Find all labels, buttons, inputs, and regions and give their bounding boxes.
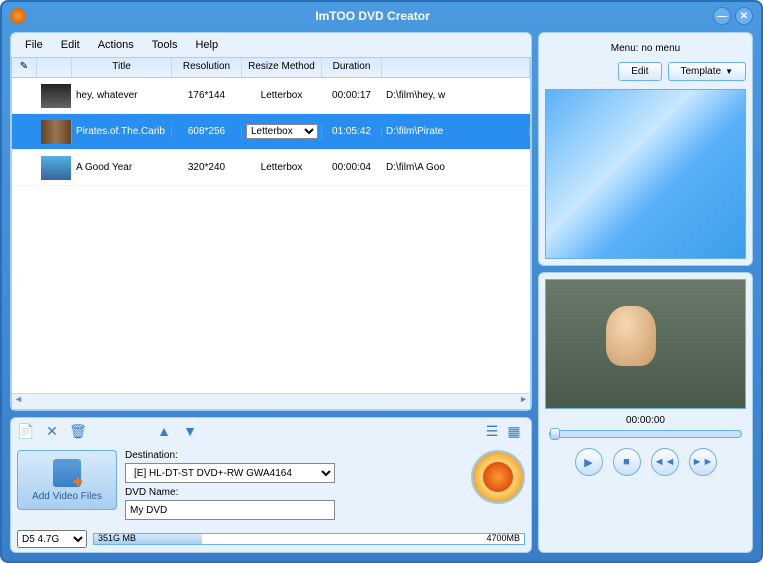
col-resize-method[interactable]: Resize Method [242,58,322,77]
cell-res: 176*144 [172,90,242,101]
menu-help[interactable]: Help [187,37,226,53]
capacity-track: 351G MB 4700MB [93,533,525,545]
destination-select[interactable]: [E] HL-DT-ST DVD+-RW GWA4164 [125,463,335,483]
minimize-button[interactable]: — [713,7,731,25]
cell-path: D:\film\hey, w [382,90,530,101]
seek-bar[interactable] [549,430,742,438]
menu-edit[interactable]: Edit [53,37,88,53]
menu-preview [545,89,746,259]
seek-thumb[interactable] [550,428,560,440]
cell-duration: 01:05:42 [322,126,382,137]
chevron-down-icon: ▼ [725,67,733,76]
video-preview [545,279,746,409]
menu-template-button[interactable]: Template▼ [668,62,747,81]
app-title: ImTOO DVD Creator [32,9,713,23]
cell-title: Pirates.of.The.Carib [72,126,172,137]
thumbnail-icon [41,156,71,180]
stop-button[interactable]: ■ [613,448,641,476]
cell-duration: 00:00:04 [322,162,382,173]
file-table: ✎ Title Resolution Resize Method Duratio… [11,57,531,410]
burn-button[interactable] [471,450,525,504]
cell-resize: Letterbox [242,90,322,101]
capacity-total-text: 4700MB [486,533,520,543]
cell-title: hey, whatever [72,90,172,101]
list-toolbar: 📄 ✕ 🗑 ▲ ▼ ☰ ▦ [11,418,531,444]
table-row[interactable]: A Good Year 320*240 Letterbox 00:00:04 D… [12,150,530,186]
horizontal-scrollbar[interactable] [12,393,530,409]
destination-label: Destination: [125,450,463,461]
thumb-view-icon[interactable]: ▦ [505,422,523,440]
add-file-icon [53,459,81,487]
dvdname-label: DVD Name: [125,487,463,498]
capacity-bar: D5 4.7G 351G MB 4700MB [11,526,531,552]
table-row[interactable]: Pirates.of.The.Carib 608*256 Letterbox 0… [12,114,530,150]
close-button[interactable]: ✕ [735,7,753,25]
add-button-label: Add Video Files [32,491,102,502]
move-up-icon[interactable]: ▲ [155,422,173,440]
col-thumbnail [37,58,72,77]
capacity-used-text: 351G MB [98,533,136,543]
table-row[interactable]: hey, whatever 176*144 Letterbox 00:00:17… [12,78,530,114]
col-path [382,58,530,77]
disc-type-select[interactable]: D5 4.7G [17,530,87,548]
menubar: File Edit Actions Tools Help [11,33,531,57]
next-button[interactable]: ►► [689,448,717,476]
cell-path: D:\film\A Goo [382,162,530,173]
col-resolution[interactable]: Resolution [172,58,242,77]
menu-status-label: Menu: no menu [545,39,746,58]
trash-icon[interactable]: 🗑 [69,422,87,440]
play-button[interactable]: ▶ [575,448,603,476]
dvdname-input[interactable] [125,500,335,520]
cell-res: 320*240 [172,162,242,173]
cell-path: D:\film\Pirate [382,126,530,137]
menu-file[interactable]: File [17,37,51,53]
menu-panel: Menu: no menu Edit Template▼ [538,32,753,266]
resize-method-select[interactable]: Letterbox [246,124,318,139]
thumbnail-icon [41,120,71,144]
video-panel: 00:00:00 ▶ ■ ◄◄ ►► [538,272,753,553]
thumbnail-icon [41,84,71,108]
cell-title: A Good Year [72,162,172,173]
menu-actions[interactable]: Actions [90,37,142,53]
cell-resize[interactable]: Letterbox [242,124,322,139]
menu-tools[interactable]: Tools [144,37,186,53]
app-icon [10,8,26,24]
list-view-icon[interactable]: ☰ [483,422,501,440]
col-duration[interactable]: Duration [322,58,382,77]
col-edit-icon[interactable]: ✎ [12,58,37,77]
cell-duration: 00:00:17 [322,90,382,101]
copy-icon[interactable]: 📄 [17,422,35,440]
playback-time: 00:00:00 [545,409,746,428]
titlebar: ImTOO DVD Creator — ✕ [2,2,761,30]
cell-resize: Letterbox [242,162,322,173]
prev-button[interactable]: ◄◄ [651,448,679,476]
cell-res: 608*256 [172,126,242,137]
col-title[interactable]: Title [72,58,172,77]
delete-icon[interactable]: ✕ [43,422,61,440]
move-down-icon[interactable]: ▼ [181,422,199,440]
add-video-files-button[interactable]: Add Video Files [17,450,117,510]
table-header: ✎ Title Resolution Resize Method Duratio… [12,58,530,78]
menu-edit-button[interactable]: Edit [618,62,661,81]
